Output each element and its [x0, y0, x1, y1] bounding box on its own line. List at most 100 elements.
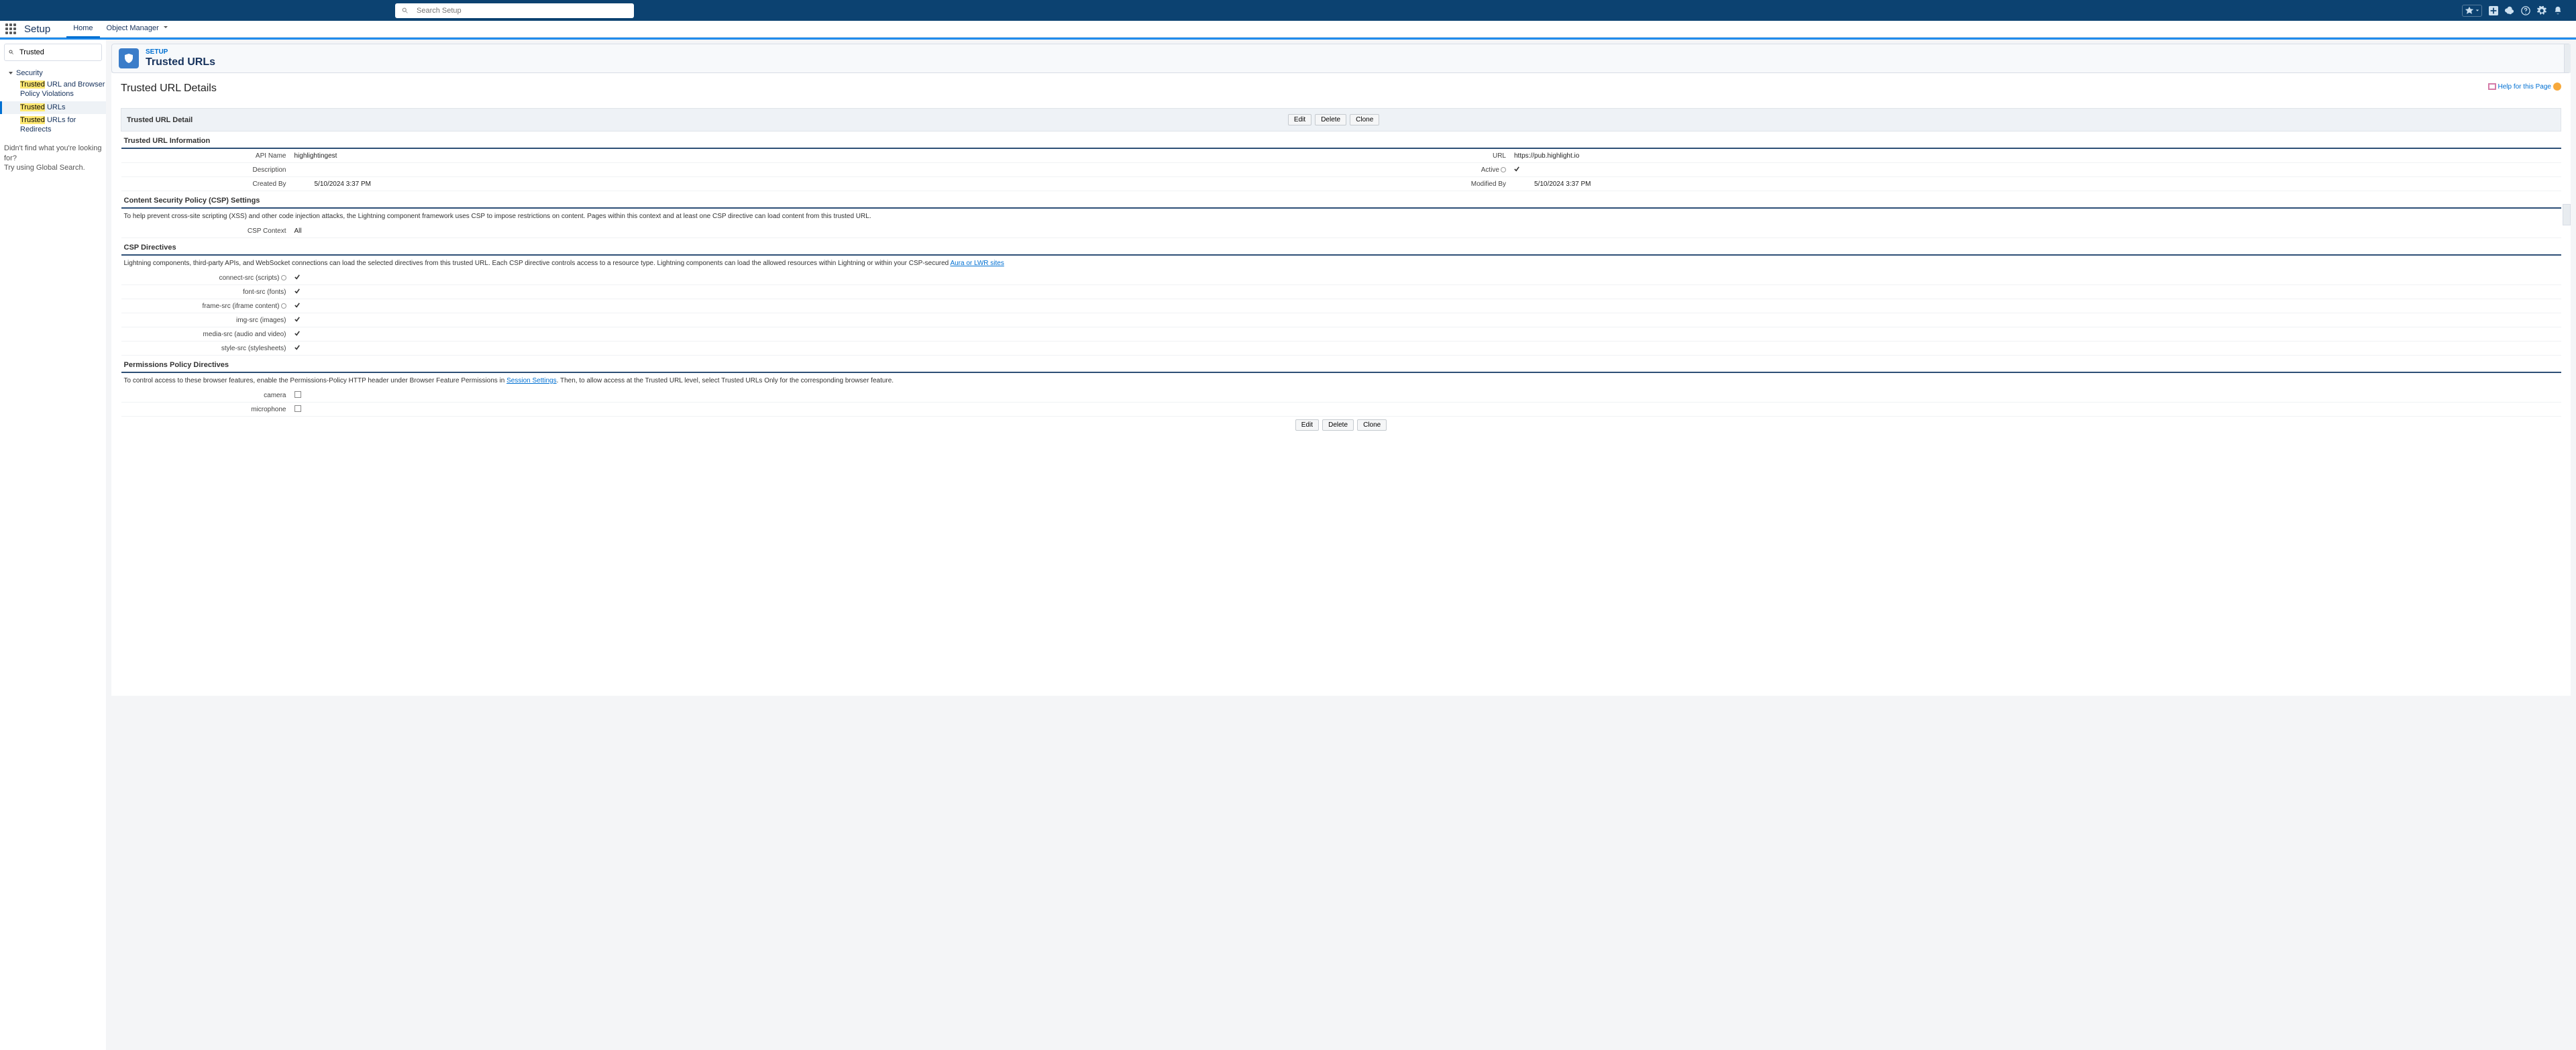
global-search-input[interactable] — [415, 6, 619, 15]
modified-by-label: Modified By — [1341, 177, 1510, 191]
page-button-bar-top: Edit Delete Clone — [193, 111, 2475, 128]
salesforce-help-icon[interactable] — [2505, 6, 2514, 15]
tree-leaf-trusted-urls-redirects[interactable]: Trusted URLs for Redirects — [0, 114, 106, 137]
caret-down-icon — [2475, 9, 2479, 13]
perm-microphone-value — [290, 403, 2561, 417]
tree-search[interactable] — [4, 44, 102, 61]
page-title: Trusted URLs — [146, 56, 215, 68]
check-icon — [294, 345, 300, 350]
csp-directives-description: Lightning components, third-party APIs, … — [121, 255, 2561, 271]
directive-value — [290, 313, 2561, 327]
clone-button[interactable]: Clone — [1350, 114, 1379, 125]
help-link[interactable]: Help for this Page — [2498, 83, 2552, 91]
modified-by-value: 5/10/2024 3:37 PM — [1510, 177, 2561, 191]
detail-title: Trusted URL Details — [121, 83, 2561, 95]
section-csp-settings: Content Security Policy (CSP) Settings — [121, 191, 2561, 209]
detail-table: Trusted URL Detail Edit Delete Clone Tru… — [121, 108, 2561, 433]
checkbox-empty-icon — [294, 391, 301, 398]
delete-button[interactable]: Delete — [1315, 114, 1346, 125]
section-csp-directives: CSP Directives — [121, 238, 2561, 256]
question-icon[interactable] — [2521, 6, 2530, 15]
directive-value — [290, 342, 2561, 356]
checkbox-empty-icon — [294, 405, 301, 412]
tree-leaf-trusted-urls[interactable]: Trusted URLs — [0, 101, 106, 115]
directive-label: connect-src (scripts) — [121, 271, 290, 285]
check-icon — [294, 274, 300, 280]
csp-context-value: All — [290, 224, 2561, 238]
directive-label: img-src (images) — [121, 313, 290, 327]
permissions-policy-description: To control access to these browser featu… — [121, 372, 2561, 388]
page-crumb: SETUP — [146, 48, 215, 56]
info-icon[interactable] — [281, 303, 286, 309]
info-icon[interactable] — [281, 275, 286, 280]
directive-label: frame-src (iframe content) — [121, 299, 290, 313]
tree-node-security[interactable]: Security — [0, 68, 106, 78]
tree-search-input[interactable] — [18, 48, 101, 57]
tree-leaf-label: URLs — [45, 103, 66, 111]
gear-icon[interactable] — [2537, 6, 2546, 15]
bell-icon[interactable] — [2553, 6, 2563, 15]
help-image-icon — [2488, 83, 2496, 90]
nav-tab-home-label: Home — [73, 24, 93, 32]
directive-value — [290, 327, 2561, 342]
expand-handle[interactable] — [2564, 44, 2571, 72]
info-icon[interactable] — [1501, 167, 1506, 172]
tree-search-footer: Didn't find what you're looking for?Try … — [0, 137, 106, 174]
favorites-button[interactable] — [2462, 5, 2482, 17]
section-head-title: Trusted URL Detail — [127, 116, 193, 124]
shield-icon — [123, 53, 134, 64]
directive-value — [290, 285, 2561, 299]
global-header — [0, 0, 2576, 21]
active-value — [1510, 163, 2561, 177]
csp-settings-description: To help prevent cross-site scripting (XS… — [121, 208, 2561, 224]
search-icon — [402, 7, 409, 14]
add-icon[interactable] — [2489, 6, 2498, 15]
delete-button[interactable]: Delete — [1322, 419, 1354, 431]
tree-node-label: Security — [16, 69, 43, 77]
edit-button[interactable]: Edit — [1288, 114, 1311, 125]
perm-camera-value — [290, 388, 2561, 403]
description-value — [290, 163, 1342, 177]
directive-label: font-src (fonts) — [121, 285, 290, 299]
detail-card: Trusted URL Details Help for this Page T… — [111, 73, 2571, 696]
search-highlight: Trusted — [20, 81, 45, 89]
directive-value — [290, 299, 2561, 313]
search-icon — [9, 49, 14, 56]
page-header-icon — [119, 48, 139, 68]
main-canvas: SETUP Trusted URLs Trusted URL Details H… — [106, 40, 2576, 1050]
tree-leaf-trusted-url-violations[interactable]: Trusted URL and Browser Policy Violation… — [0, 78, 106, 101]
app-launcher-icon[interactable] — [5, 23, 16, 34]
global-search[interactable] — [395, 3, 634, 18]
check-icon — [1514, 166, 1519, 172]
section-permissions-policy: Permissions Policy Directives — [121, 356, 2561, 373]
page-header: SETUP Trusted URLs — [111, 44, 2571, 73]
star-icon — [2465, 6, 2474, 15]
created-by-label: Created By — [121, 177, 290, 191]
check-icon — [294, 331, 300, 336]
chevron-down-icon — [163, 25, 168, 30]
perm-camera-label: camera — [121, 388, 290, 403]
side-expand-handle[interactable] — [2563, 204, 2571, 225]
description-label: Description — [121, 163, 290, 177]
search-highlight: Trusted — [20, 103, 45, 111]
created-by-value: 5/10/2024 3:37 PM — [290, 177, 1342, 191]
active-label: Active — [1341, 163, 1510, 177]
api-name-value: highlightingest — [290, 148, 1342, 163]
aura-lwr-link[interactable]: Aura or LWR sites — [950, 260, 1004, 267]
directive-value — [290, 271, 2561, 285]
check-icon — [294, 317, 300, 322]
clone-button[interactable]: Clone — [1357, 419, 1387, 431]
edit-button[interactable]: Edit — [1295, 419, 1319, 431]
url-value: https://pub.highlight.io — [1510, 148, 2561, 163]
section-trusted-url-info: Trusted URL Information — [121, 132, 2561, 149]
nav-tab-home[interactable]: Home — [66, 20, 99, 38]
check-icon — [294, 288, 300, 294]
help-badge-icon — [2553, 83, 2561, 91]
nav-tab-object-manager[interactable]: Object Manager — [100, 20, 175, 38]
csp-context-label: CSP Context — [121, 224, 290, 238]
app-name: Setup — [24, 23, 50, 35]
url-label: URL — [1341, 148, 1510, 163]
context-bar: Setup Home Object Manager — [0, 21, 2576, 38]
directive-label: media-src (audio and video) — [121, 327, 290, 342]
session-settings-link[interactable]: Session Settings — [506, 377, 557, 384]
